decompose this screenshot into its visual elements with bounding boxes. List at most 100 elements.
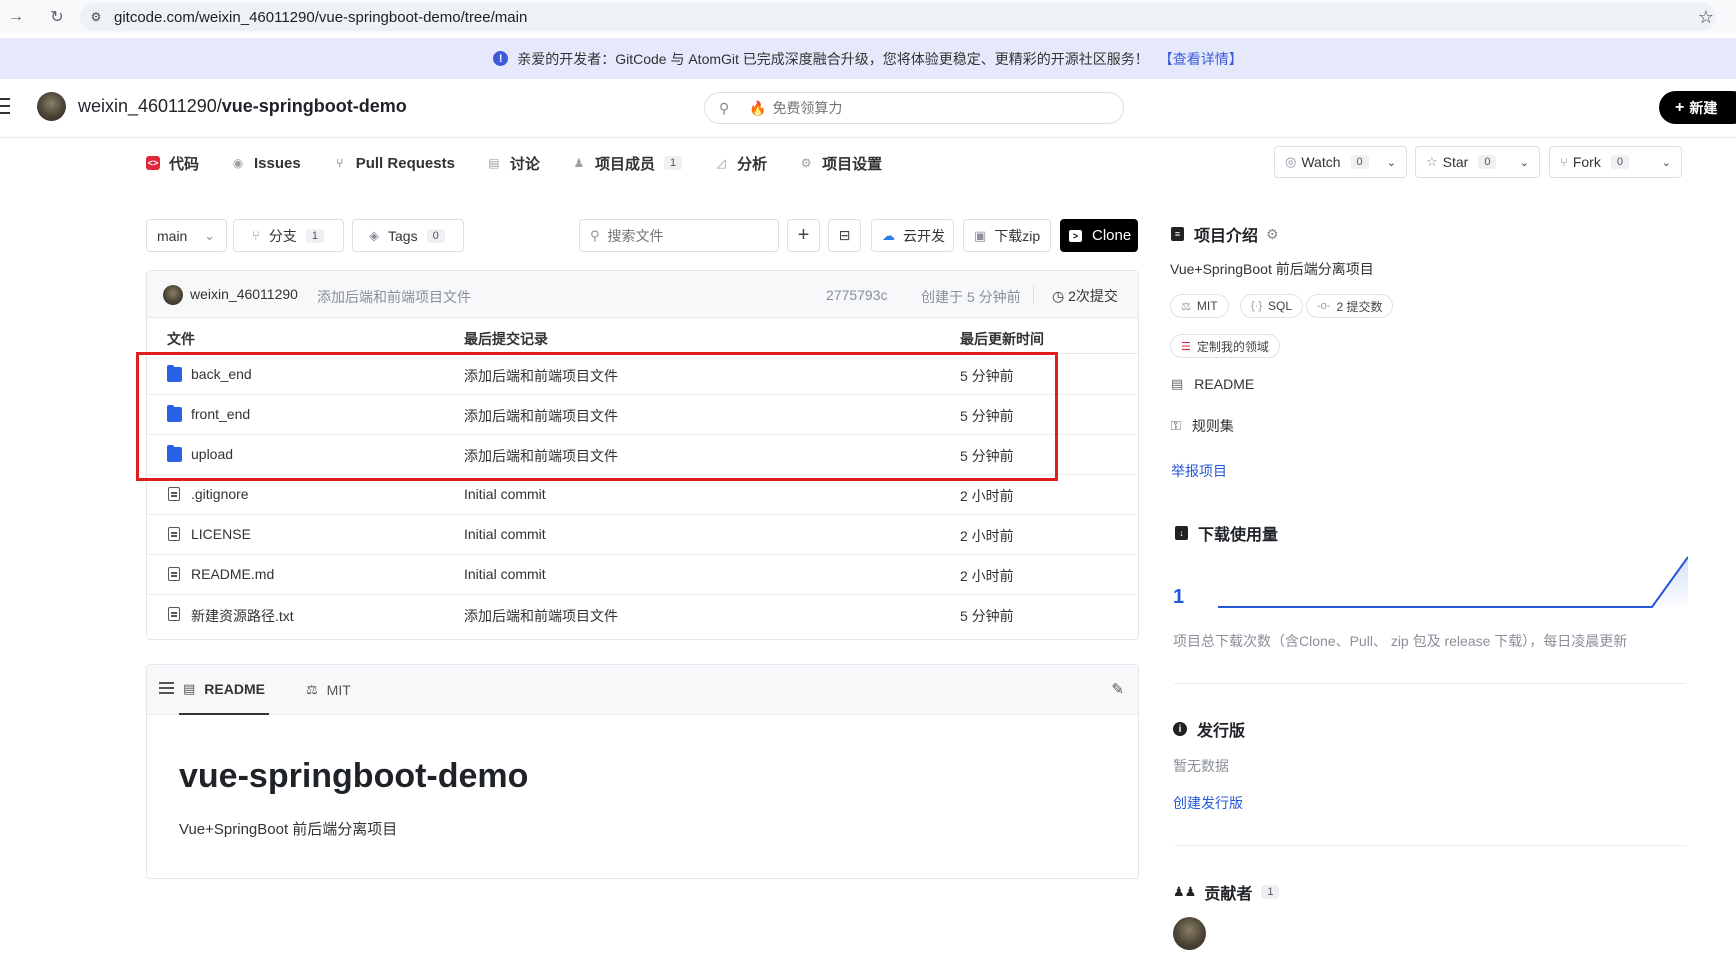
license-pill[interactable]: ⚖ MIT (1170, 294, 1229, 318)
tab-settings[interactable]: ⚙ 项目设置 (799, 138, 882, 188)
file-row[interactable]: README.md Initial commit 2 小时前 (147, 555, 1138, 595)
banner-text: 亲爱的开发者：GitCode 与 AtomGit 已完成深度融合升级，您将体验更… (517, 50, 1149, 67)
contributors-title-text: 贡献者 (1204, 886, 1253, 903)
tags-count: 0 (426, 228, 445, 243)
star-button[interactable]: ☆ Star 0 ⌄ (1415, 146, 1540, 178)
chevron-down-icon[interactable]: ⌄ (1520, 156, 1529, 169)
announcement-banner: ! 亲爱的开发者：GitCode 与 AtomGit 已完成深度融合升级，您将体… (0, 38, 1736, 79)
file-row[interactable]: LICENSE Initial commit 2 小时前 (147, 515, 1138, 555)
report-project-link[interactable]: 举报项目 (1171, 461, 1227, 481)
commit-author-avatar[interactable] (163, 285, 183, 305)
branch-select[interactable]: main ⌄ (146, 219, 227, 252)
file-search[interactable]: ⚲ (579, 219, 779, 252)
commit-author[interactable]: weixin_46011290 (190, 286, 298, 302)
issues-icon: ◉ (232, 156, 244, 170)
cloud-dev-button[interactable]: ☁ 云开发 (871, 219, 954, 252)
menu-icon[interactable] (0, 98, 10, 118)
sliders-icon: ☰ (1181, 340, 1191, 353)
tab-code[interactable]: <> 代码 (146, 138, 199, 188)
clone-button[interactable]: > Clone (1060, 219, 1138, 252)
file-commit-message[interactable]: Initial commit (464, 526, 546, 542)
owner-avatar[interactable] (37, 92, 66, 121)
watch-button[interactable]: ◎ Watch 0 ⌄ (1274, 146, 1407, 178)
file-name-link[interactable]: .gitignore (191, 486, 249, 502)
file-search-input[interactable] (607, 227, 758, 244)
url-text[interactable]: gitcode.com/weixin_46011290/vue-springbo… (114, 9, 527, 26)
sidebar-readme-link[interactable]: ▤ README (1171, 376, 1254, 392)
create-release-link[interactable]: 创建发行版 (1173, 793, 1243, 813)
file-name-link[interactable]: 新建资源路径.txt (191, 606, 294, 626)
settings-icon: ⚙ (800, 156, 812, 170)
gear-icon[interactable]: ⚙ (1266, 226, 1279, 243)
sidebar-rules-link[interactable]: ⚿ 规则集 (1171, 416, 1234, 436)
members-icon: ♟ (573, 156, 585, 170)
tab-pull-requests[interactable]: ⑂ Pull Requests (333, 138, 455, 188)
contributor-avatar[interactable] (1173, 917, 1206, 950)
header-file: 文件 (167, 331, 195, 347)
file-row[interactable]: 新建资源路径.txt 添加后端和前端项目文件 5 分钟前 (147, 595, 1138, 635)
divider (1033, 285, 1034, 304)
file-commit-message[interactable]: 添加后端和前端项目文件 (464, 606, 618, 626)
fork-button[interactable]: ⑂ Fork 0 ⌄ (1549, 146, 1682, 178)
file-icon (168, 567, 180, 581)
file-commit-message[interactable]: Initial commit (464, 566, 546, 582)
new-button[interactable]: + 新建 (1659, 91, 1736, 124)
clock-icon: ◷ (1052, 288, 1065, 304)
reload-icon[interactable]: ↻ (47, 7, 67, 27)
repo-owner-link[interactable]: weixin_46011290/ (78, 96, 222, 116)
address-bar[interactable]: ⚙ gitcode.com/weixin_46011290/vue-spring… (80, 3, 1716, 31)
plus-icon: + (1675, 98, 1685, 116)
branches-button[interactable]: ⑂ 分支 1 (233, 219, 344, 252)
tab-analytics[interactable]: ◿ 分析 (714, 138, 767, 188)
document-icon: ▤ (1171, 376, 1184, 391)
commit-count[interactable]: ◷ 2次提交 (1052, 286, 1118, 306)
commit-icon: -o- (1317, 300, 1331, 312)
highlight-annotation (136, 352, 1058, 481)
commit-message[interactable]: 添加后端和前端项目文件 (317, 287, 471, 307)
global-search-input[interactable] (772, 100, 1073, 116)
tab-readme[interactable]: ▤ README (179, 665, 269, 715)
forward-icon[interactable]: → (6, 7, 26, 27)
tags-button[interactable]: ◈ Tags 0 (352, 219, 464, 252)
watch-label: Watch (1301, 154, 1341, 170)
tab-discussion[interactable]: ▤ 讨论 (487, 138, 540, 188)
info-icon: ! (493, 51, 509, 66)
bookmark-star-icon[interactable]: ☆ (1698, 7, 1714, 28)
scale-icon: ⚖ (306, 682, 318, 697)
language-pill[interactable]: {·} SQL (1240, 294, 1304, 318)
site-settings-icon[interactable]: ⚙ (88, 9, 104, 25)
file-name-link[interactable]: LICENSE (191, 526, 251, 542)
toc-icon[interactable] (159, 682, 174, 694)
edit-icon[interactable]: ✎ (1111, 680, 1124, 698)
repo-name-link[interactable]: vue-springboot-demo (222, 96, 407, 116)
customize-domain-pill[interactable]: ☰ 定制我的领域 (1170, 334, 1280, 358)
tab-members[interactable]: ♟ 项目成员 1 (572, 138, 683, 188)
ide-icon: ⊟ (838, 227, 851, 243)
global-search[interactable]: ⚲ 🔥 (704, 92, 1124, 124)
tab-issues[interactable]: ◉ Issues (231, 138, 301, 188)
document-icon: ≡ (1171, 227, 1184, 241)
scale-icon: ⚖ (1181, 300, 1191, 313)
commit-hash[interactable]: 2775793c (826, 287, 888, 303)
tab-label: 讨论 (509, 155, 540, 173)
file-commit-message[interactable]: Initial commit (464, 486, 546, 502)
cloud-dev-label: 云开发 (903, 227, 945, 244)
star-icon: ☆ (1426, 154, 1438, 169)
document-icon: ▤ (183, 681, 196, 696)
tab-label: 分析 (737, 155, 768, 173)
banner-details-link[interactable]: 【查看详情】 (1159, 49, 1243, 69)
intro-title-text: 项目介绍 (1194, 228, 1259, 245)
analytics-icon: ◿ (716, 156, 726, 170)
add-file-button[interactable]: + (787, 219, 820, 252)
ruler-icon: ⚿ (1171, 418, 1181, 433)
tab-license[interactable]: ⚖ MIT (306, 665, 351, 715)
file-row[interactable]: .gitignore Initial commit 2 小时前 (147, 475, 1138, 515)
download-zip-button[interactable]: ▣ 下载zip (963, 219, 1051, 252)
web-ide-button[interactable]: ⊟ (828, 219, 861, 252)
file-name-link[interactable]: README.md (191, 566, 274, 582)
commits-pill[interactable]: -o- 2 提交数 (1306, 294, 1394, 318)
star-count: 0 (1478, 155, 1497, 169)
chevron-down-icon[interactable]: ⌄ (1662, 156, 1671, 169)
file-icon (168, 487, 180, 501)
chevron-down-icon[interactable]: ⌄ (1387, 156, 1396, 169)
